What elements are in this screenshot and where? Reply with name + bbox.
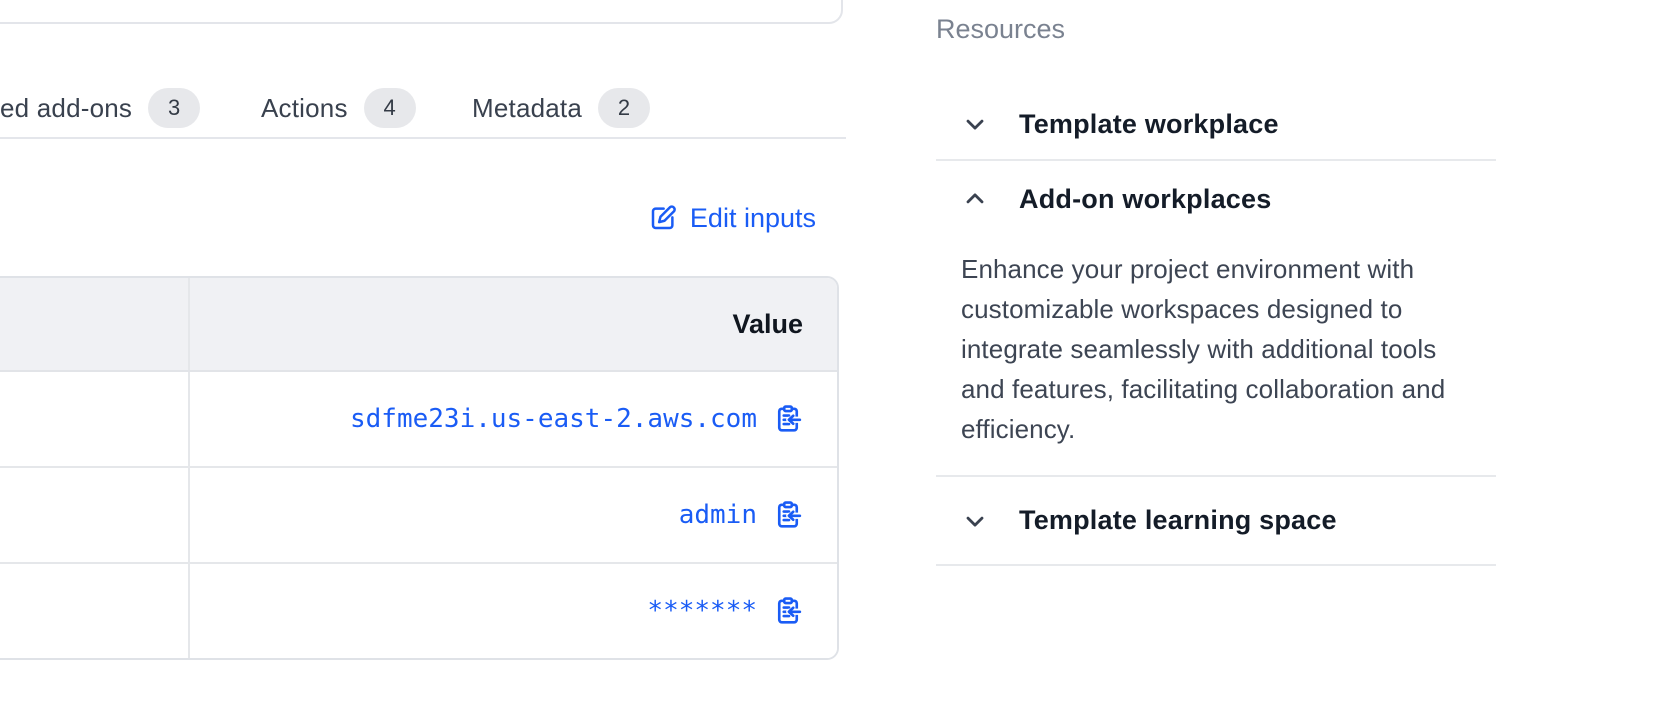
tab-label: ed add-ons bbox=[0, 93, 132, 124]
tab-label: Actions bbox=[261, 93, 348, 124]
tab-label: Metadata bbox=[472, 93, 582, 124]
resources-panel-title: Resources bbox=[936, 14, 1496, 45]
key-cell bbox=[0, 372, 190, 466]
resource-section-template-learning-space: Template learning space bbox=[936, 477, 1496, 566]
clipboard-paste-icon bbox=[773, 596, 803, 626]
tab-installed-add-ons[interactable]: ed add-ons 3 bbox=[0, 79, 200, 137]
edit-inputs-button[interactable]: Edit inputs bbox=[648, 203, 816, 234]
table-row: sdfme23i.us-east-2.aws.com bbox=[0, 372, 837, 468]
table-row: admin bbox=[0, 468, 837, 564]
chevron-down-icon bbox=[961, 110, 989, 138]
upper-card-bottom-edge bbox=[0, 0, 843, 24]
tab-count-badge: 2 bbox=[598, 88, 650, 128]
chevron-down-icon bbox=[961, 507, 989, 535]
section-toggle-add-on-workplaces[interactable]: Add-on workplaces bbox=[936, 161, 1496, 237]
resource-section-add-on-workplaces: Add-on workplaces Enhance your project e… bbox=[936, 161, 1496, 477]
section-title: Template learning space bbox=[1019, 505, 1337, 536]
section-description: Enhance your project environment with cu… bbox=[936, 249, 1466, 475]
detail-tabbar: ed add-ons 3 Actions 4 Metadata 2 bbox=[0, 79, 846, 139]
inputs-toolbar: Edit inputs bbox=[0, 196, 816, 240]
key-column-header bbox=[0, 278, 190, 370]
copy-value-button[interactable] bbox=[773, 404, 803, 434]
resource-section-template-workplace: Template workplace bbox=[936, 89, 1496, 161]
tab-count-badge: 3 bbox=[148, 88, 200, 128]
chevron-up-icon bbox=[961, 185, 989, 213]
section-toggle-template-workplace[interactable]: Template workplace bbox=[936, 89, 1496, 159]
input-value-link[interactable]: sdfme23i.us-east-2.aws.com bbox=[350, 404, 757, 434]
value-cell: admin bbox=[190, 468, 837, 562]
tab-actions[interactable]: Actions 4 bbox=[261, 79, 416, 137]
section-title: Add-on workplaces bbox=[1019, 184, 1271, 215]
inputs-table: Value sdfme23i.us-east-2.aws.com admin bbox=[0, 276, 839, 660]
tab-metadata[interactable]: Metadata 2 bbox=[472, 79, 650, 137]
copy-value-button[interactable] bbox=[773, 500, 803, 530]
value-cell: sdfme23i.us-east-2.aws.com bbox=[190, 372, 837, 466]
clipboard-paste-icon bbox=[773, 404, 803, 434]
tab-count-badge: 4 bbox=[364, 88, 416, 128]
input-value-masked[interactable]: ******* bbox=[647, 596, 757, 626]
table-row: ******* bbox=[0, 564, 837, 658]
section-title: Template workplace bbox=[1019, 109, 1279, 140]
key-cell bbox=[0, 564, 190, 658]
resources-panel: Resources Template workplace Add-on work… bbox=[936, 0, 1496, 566]
section-toggle-template-learning-space[interactable]: Template learning space bbox=[936, 477, 1496, 564]
input-value-link[interactable]: admin bbox=[679, 500, 757, 530]
inputs-table-header-row: Value bbox=[0, 278, 837, 372]
pencil-square-icon bbox=[648, 203, 678, 233]
edit-inputs-label: Edit inputs bbox=[690, 203, 816, 234]
clipboard-paste-icon bbox=[773, 500, 803, 530]
copy-value-button[interactable] bbox=[773, 596, 803, 626]
value-column-header: Value bbox=[190, 278, 837, 370]
value-cell: ******* bbox=[190, 564, 837, 658]
key-cell bbox=[0, 468, 190, 562]
